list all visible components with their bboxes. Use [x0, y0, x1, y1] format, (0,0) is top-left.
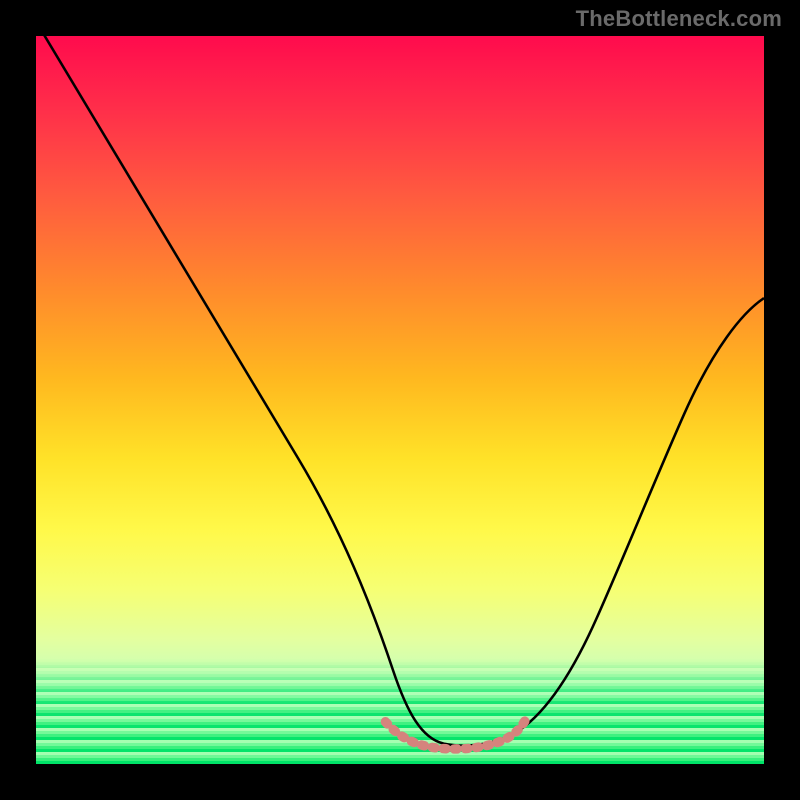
chart-container: TheBottleneck.com	[0, 0, 800, 800]
bottleneck-curve	[36, 36, 764, 746]
floor-mark	[385, 720, 525, 749]
curve-layer	[36, 36, 764, 764]
plot-area	[36, 36, 764, 764]
watermark-text: TheBottleneck.com	[576, 6, 782, 32]
